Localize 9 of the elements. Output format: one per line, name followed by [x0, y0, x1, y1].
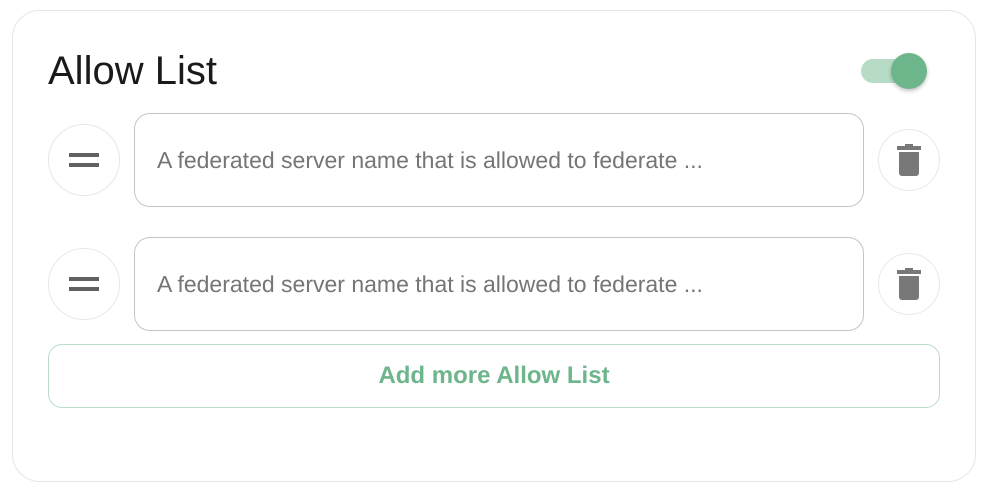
input-field[interactable]: A federated server name that is allowed to federate ... — [134, 237, 864, 331]
drag-handle-icon — [69, 153, 99, 167]
add-more-button[interactable]: Add more Allow List — [48, 344, 940, 408]
section-title: Allow List — [48, 48, 217, 94]
input-field[interactable]: A federated server name that is allowed to federate ... — [134, 113, 864, 207]
trash-icon — [897, 144, 921, 176]
toggle-switch[interactable] — [861, 53, 927, 89]
drag-handle-icon — [69, 277, 99, 291]
trash-icon — [897, 268, 921, 300]
